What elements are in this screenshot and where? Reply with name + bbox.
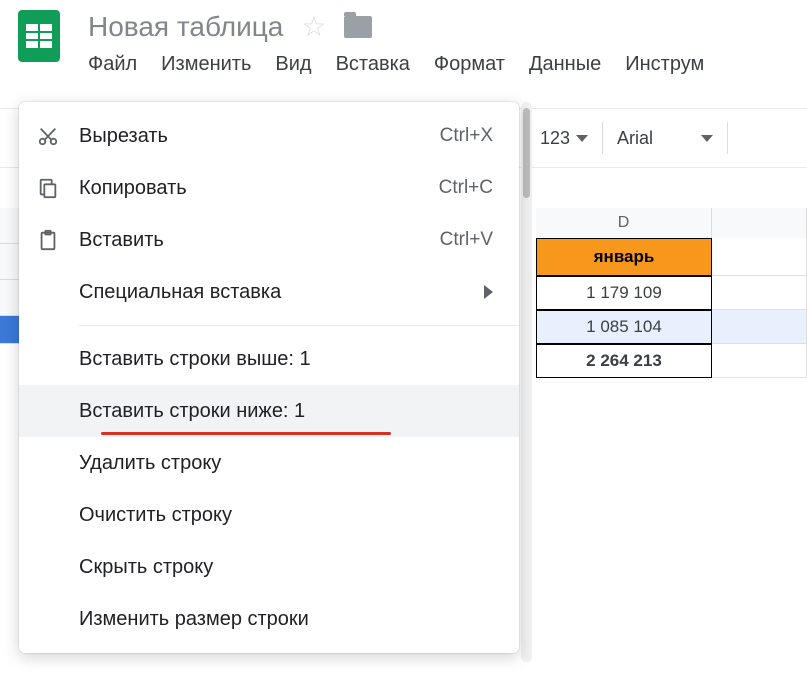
menu-item-hide-row[interactable]: Скрыть строку [19, 541, 519, 593]
cell[interactable] [712, 238, 807, 276]
star-icon[interactable]: ☆ [301, 10, 326, 43]
menu-shortcut: Ctrl+C [439, 177, 493, 199]
menu-item-paste[interactable]: Вставить Ctrl+V [19, 214, 519, 266]
menu-tools[interactable]: Инструм [625, 53, 704, 76]
menu-shortcut: Ctrl+V [440, 229, 493, 251]
cut-icon [37, 125, 79, 147]
menu-item-delete-row[interactable]: Удалить строку [19, 437, 519, 489]
menu-label: Вставить [79, 229, 440, 252]
scrollbar-thumb[interactable] [523, 108, 530, 198]
menu-item-paste-special[interactable]: Специальная вставка [19, 266, 519, 318]
menu-item-copy[interactable]: Копировать Ctrl+C [19, 162, 519, 214]
menu-label: Изменить размер строки [79, 608, 493, 631]
menu-label: Копировать [79, 177, 439, 200]
sheets-logo [18, 10, 60, 62]
menu-label: Вставить строки ниже: 1 [79, 400, 493, 423]
cell-header-month[interactable]: январь [536, 238, 712, 276]
menu-item-insert-above[interactable]: Вставить строки выше: 1 [19, 333, 519, 385]
cell[interactable] [712, 276, 807, 310]
menubar: Файл Изменить Вид Вставка Формат Данные … [88, 53, 807, 76]
cell[interactable] [712, 310, 807, 344]
chevron-down-icon [701, 135, 713, 142]
menu-item-insert-below[interactable]: Вставить строки ниже: 1 [19, 385, 519, 437]
menu-file[interactable]: Файл [88, 53, 137, 76]
cell[interactable] [712, 344, 807, 378]
context-menu: Вырезать Ctrl+X Копировать Ctrl+C Встави… [19, 102, 519, 653]
document-title[interactable]: Новая таблица [88, 11, 283, 43]
menu-label: Удалить строку [79, 452, 493, 475]
cell-data-total[interactable]: 2 264 213 [536, 344, 712, 378]
column-header[interactable] [712, 208, 807, 238]
menu-label: Скрыть строку [79, 556, 493, 579]
menu-insert[interactable]: Вставка [336, 53, 410, 76]
number-format-button[interactable]: 123 [540, 128, 588, 149]
menu-divider [79, 325, 519, 326]
menu-item-cut[interactable]: Вырезать Ctrl+X [19, 110, 519, 162]
annotation-underline [101, 432, 391, 435]
folder-icon[interactable] [344, 16, 372, 38]
menu-label: Вставить строки выше: 1 [79, 348, 493, 371]
chevron-down-icon [576, 135, 588, 142]
toolbar-divider [602, 122, 603, 154]
chevron-right-icon [484, 285, 493, 299]
toolbar-divider [727, 122, 728, 154]
menu-item-clear-row[interactable]: Очистить строку [19, 489, 519, 541]
copy-icon [37, 177, 79, 199]
menu-label: Вырезать [79, 125, 440, 148]
menu-label: Специальная вставка [79, 281, 484, 304]
menu-view[interactable]: Вид [275, 53, 311, 76]
column-header-d[interactable]: D [536, 208, 712, 238]
font-picker[interactable]: Arial [617, 128, 713, 149]
menu-shortcut: Ctrl+X [440, 125, 493, 147]
context-menu-scrollbar[interactable] [521, 102, 532, 662]
menu-item-resize-row[interactable]: Изменить размер строки [19, 593, 519, 645]
menu-edit[interactable]: Изменить [161, 53, 251, 76]
cell-data[interactable]: 1 085 104 [536, 310, 712, 344]
menu-data[interactable]: Данные [529, 53, 601, 76]
menu-label: Очистить строку [79, 504, 493, 527]
app-header: Новая таблица ☆ Файл Изменить Вид Вставк… [0, 0, 807, 76]
menu-format[interactable]: Формат [434, 53, 505, 76]
paste-icon [37, 229, 79, 251]
cell-data[interactable]: 1 179 109 [536, 276, 712, 310]
